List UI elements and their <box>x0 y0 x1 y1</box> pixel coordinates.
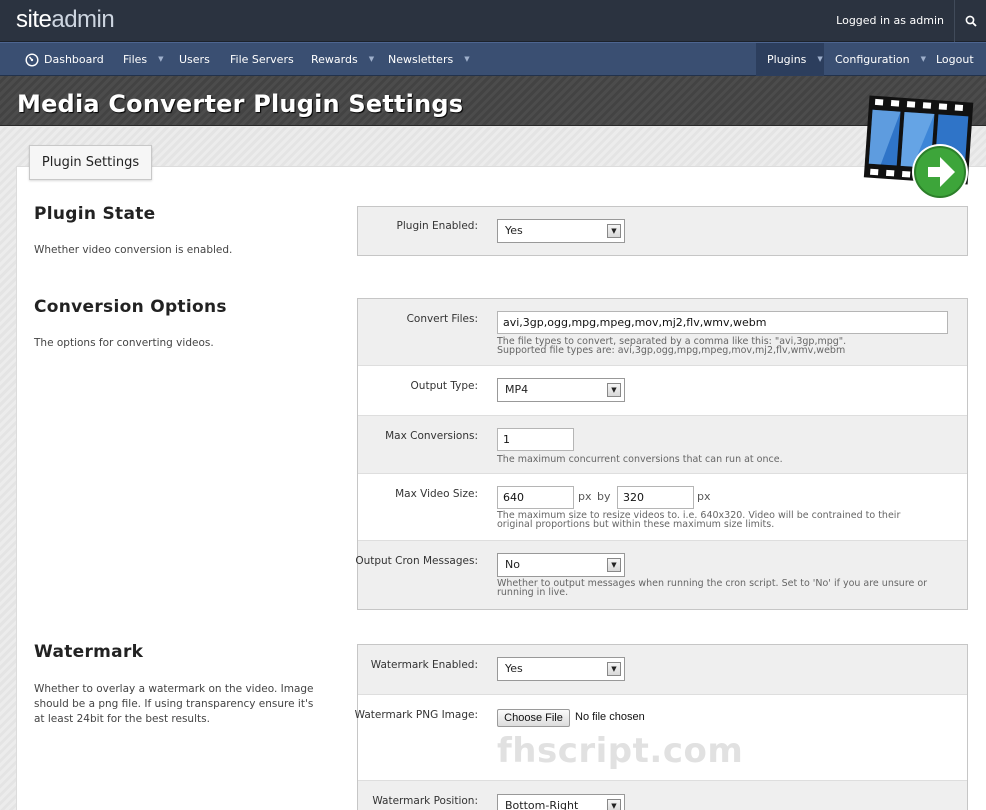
nav-logout-label: Logout <box>936 53 974 66</box>
nav-users[interactable]: Users <box>179 43 210 76</box>
chevron-down-icon: ▼ <box>607 224 621 238</box>
media-converter-icon <box>863 95 974 200</box>
max-video-size-hint-2: original proportions but within these ma… <box>497 519 775 530</box>
chevron-down-icon: ▼ <box>464 55 470 63</box>
section-title-watermark: Watermark <box>34 642 144 662</box>
nav-rewards-label: Rewards <box>311 53 358 66</box>
plugin-enabled-row: Plugin Enabled: Yes ▼ <box>358 207 967 255</box>
plugin-state-box: Plugin Enabled: Yes ▼ <box>357 206 968 256</box>
chevron-down-icon: ▼ <box>920 55 926 63</box>
cron-value: No <box>505 558 520 571</box>
max-video-size-label: Max Video Size: <box>395 488 478 500</box>
width-unit: px <box>578 490 592 503</box>
max-video-size-row: Max Video Size: 640 px by 320 px The max… <box>358 474 967 541</box>
watermark-box: Watermark Enabled: Yes ▼ Watermark PNG I… <box>354 644 968 810</box>
convert-files-input[interactable]: avi,3gp,ogg,mpg,mpeg,mov,mj2,flv,wmv,web… <box>497 311 948 334</box>
height-unit: px <box>697 490 711 503</box>
watermark-enabled-value: Yes <box>505 662 523 675</box>
nav-users-label: Users <box>179 53 210 66</box>
title-band: Media Converter Plugin Settings <box>0 76 986 126</box>
logged-in-label[interactable]: Logged in as admin <box>836 14 944 27</box>
site-logo[interactable]: siteadmin <box>16 6 115 34</box>
plugin-enabled-label: Plugin Enabled: <box>396 220 478 232</box>
nav-file-servers-label: File Servers <box>230 53 294 66</box>
nav-files[interactable]: Files ▼ <box>123 43 164 76</box>
max-conversions-hint: The maximum concurrent conversions that … <box>497 454 783 465</box>
nav-newsletters-label: Newsletters <box>388 53 454 66</box>
no-file-text: No file chosen <box>575 711 645 723</box>
chevron-down-icon: ▼ <box>817 55 823 63</box>
conversion-box: Convert Files: avi,3gp,ogg,mpg,mpeg,mov,… <box>355 298 968 610</box>
page-title: Media Converter Plugin Settings <box>17 90 464 118</box>
watermark-enabled-label: Watermark Enabled: <box>370 659 478 671</box>
dashboard-icon <box>25 52 39 67</box>
main-nav: Dashboard Files ▼ Users File Servers Rewa… <box>0 42 986 76</box>
nav-logout[interactable]: Logout <box>936 43 974 76</box>
nav-configuration[interactable]: Configuration ▼ <box>835 43 926 76</box>
chevron-down-icon: ▼ <box>368 55 375 63</box>
max-height-input[interactable]: 320 <box>617 486 694 509</box>
watermark-position-row: Watermark Position: Bottom-Right ▼ <box>358 781 967 810</box>
nav-rewards[interactable]: Rewards ▼ <box>311 43 374 76</box>
output-type-row: Output Type: MP4 ▼ <box>358 366 967 416</box>
logo-light: admin <box>51 6 115 33</box>
chevron-down-icon: ▼ <box>607 558 621 572</box>
chevron-down-icon: ▼ <box>607 799 621 810</box>
cron-row: Output Cron Messages: No ▼ Whether to ou… <box>355 541 967 609</box>
search-button[interactable] <box>954 0 986 42</box>
watermark-enabled-select[interactable]: Yes ▼ <box>497 657 625 681</box>
cron-select[interactable]: No ▼ <box>497 553 625 577</box>
nav-newsletters[interactable]: Newsletters ▼ <box>388 43 470 76</box>
convert-files-label: Convert Files: <box>406 313 478 325</box>
nav-dashboard[interactable]: Dashboard <box>25 43 104 76</box>
section-title-conversion: Conversion Options <box>34 297 227 317</box>
convert-files-row: Convert Files: avi,3gp,ogg,mpg,mpeg,mov,… <box>358 299 967 366</box>
nav-dashboard-label: Dashboard <box>44 53 104 66</box>
section-title-plugin-state: Plugin State <box>34 204 156 224</box>
chevron-down-icon: ▼ <box>607 662 621 676</box>
max-conversions-row: Max Conversions: 1 The maximum concurren… <box>358 416 967 474</box>
chevron-down-icon: ▼ <box>607 383 621 397</box>
watermark-position-value: Bottom-Right <box>505 799 579 810</box>
cron-hint-2: running in live. <box>497 587 569 598</box>
output-type-label: Output Type: <box>410 380 478 392</box>
cron-label: Output Cron Messages: <box>355 555 478 567</box>
nav-configuration-label: Configuration <box>835 53 910 66</box>
output-type-value: MP4 <box>505 383 529 396</box>
section-desc-conversion: The options for converting videos. <box>34 337 214 349</box>
choose-file-button[interactable]: Choose File <box>497 709 570 727</box>
by-label: by <box>597 490 611 503</box>
section-desc-plugin-state: Whether video conversion is enabled. <box>34 244 233 256</box>
watermark-position-label: Watermark Position: <box>372 795 478 807</box>
convert-files-hint-2: Supported file types are: avi,3gp,ogg,mp… <box>497 345 846 356</box>
watermark-enabled-row: Watermark Enabled: Yes ▼ <box>358 645 967 695</box>
nav-plugins-label: Plugins <box>767 53 807 66</box>
plugin-enabled-select[interactable]: Yes ▼ <box>497 219 625 243</box>
search-icon <box>965 15 977 27</box>
section-desc-watermark: Whether to overlay a watermark on the vi… <box>34 683 314 725</box>
max-conversions-input[interactable]: 1 <box>497 428 574 451</box>
nav-files-label: Files <box>123 53 148 66</box>
plugin-enabled-value: Yes <box>505 224 523 237</box>
tab-plugin-settings[interactable]: Plugin Settings <box>29 145 152 180</box>
logo-bold: site <box>16 6 52 33</box>
top-header: siteadmin Logged in as admin <box>0 0 986 42</box>
watermark-position-select[interactable]: Bottom-Right ▼ <box>497 794 625 810</box>
watermark-png-label: Watermark PNG Image: <box>354 709 478 721</box>
nav-file-servers[interactable]: File Servers <box>230 43 294 76</box>
site-watermark: fhscript.com <box>497 731 744 771</box>
output-type-select[interactable]: MP4 ▼ <box>497 378 625 402</box>
max-conversions-label: Max Conversions: <box>385 430 478 442</box>
max-width-input[interactable]: 640 <box>497 486 574 509</box>
nav-plugins[interactable]: Plugins ▼ <box>756 43 824 76</box>
chevron-down-icon: ▼ <box>158 55 164 63</box>
